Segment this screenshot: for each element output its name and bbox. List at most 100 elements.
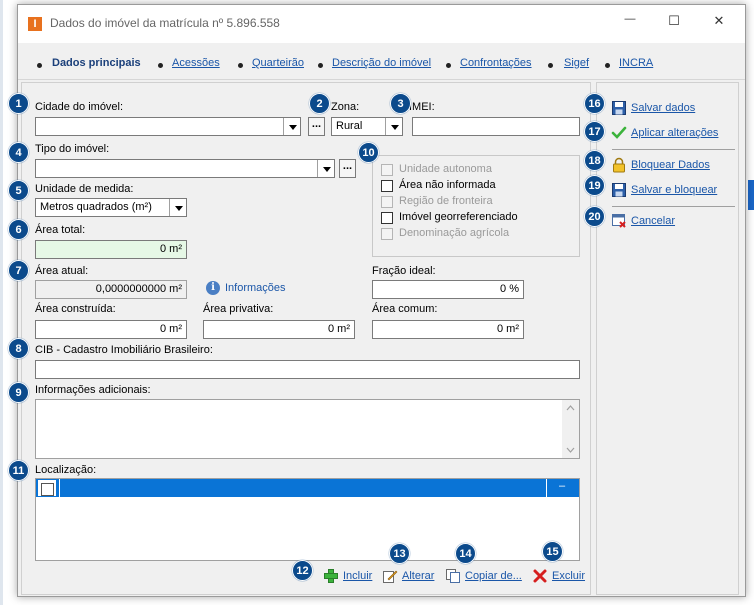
localizacao-grid[interactable]: –: [35, 478, 580, 561]
tab-bar: Dados principais Acessões Quarteirão Des…: [18, 49, 745, 79]
title-bar: I Dados do imóvel da matrícula nº 5.896.…: [18, 5, 745, 43]
salvar-bloquear-button[interactable]: Salvar e bloquear: [611, 183, 733, 199]
info-icon[interactable]: i: [206, 281, 220, 295]
salvar-dados-label: Salvar dados: [631, 102, 696, 114]
checkbox-box[interactable]: [381, 228, 393, 240]
tab-confrontacoes[interactable]: Confrontações: [460, 57, 532, 69]
salvar-bloquear-label: Salvar e bloquear: [631, 184, 718, 196]
callout-badge-19: 19: [584, 175, 605, 196]
checkbox-box[interactable]: [381, 164, 393, 176]
callout-badge-5: 5: [8, 180, 29, 201]
callout-badge-15: 15: [542, 541, 563, 562]
area-privativa-input[interactable]: 0 m²: [203, 320, 355, 339]
unidade-select[interactable]: Metros quadrados (m²): [35, 198, 187, 217]
localizacao-label: Localização:: [35, 464, 97, 476]
tab-bullet: [238, 63, 243, 68]
aplicar-alteracoes-button[interactable]: Aplicar alterações: [611, 126, 731, 142]
checkbox-box[interactable]: [381, 180, 393, 192]
cancelar-label: Cancelar: [631, 215, 676, 227]
alterar-button[interactable]: Alterar: [382, 568, 442, 586]
salvar-dados-button[interactable]: Salvar dados: [611, 101, 719, 117]
maximize-button[interactable]: ☐: [663, 13, 685, 33]
callout-badge-9: 9: [8, 382, 29, 403]
cidade-label: Cidade do imóvel:: [35, 101, 124, 113]
tipo-lookup-button[interactable]: ...: [339, 159, 356, 178]
callout-badge-18: 18: [584, 150, 605, 171]
grid-cell-divider: [59, 479, 60, 497]
callout-badge-2: 2: [309, 93, 330, 114]
chevron-down-icon[interactable]: [317, 160, 334, 177]
callout-badge-8: 8: [8, 338, 29, 359]
cib-input[interactable]: [35, 360, 580, 379]
copiar-button[interactable]: Copiar de...: [445, 568, 527, 586]
grid-row-checkbox[interactable]: [38, 480, 56, 496]
incluir-label: Incluir: [343, 570, 373, 582]
callout-badge-13: 13: [389, 543, 410, 564]
copy-icon: [446, 569, 460, 583]
imei-input[interactable]: [412, 117, 580, 136]
checkbox-label: Imóvel georreferenciado: [399, 211, 518, 223]
excluir-button[interactable]: Excluir: [532, 568, 588, 586]
fracao-label: Fração ideal:: [372, 265, 436, 277]
vertical-scrollbar[interactable]: [562, 400, 579, 458]
copiar-label: Copiar de...: [465, 570, 522, 582]
unidade-label: Unidade de medida:: [35, 183, 134, 195]
close-button[interactable]: ✕: [708, 13, 730, 33]
save-icon: [612, 101, 626, 115]
minimize-button[interactable]: —: [619, 13, 641, 33]
edit-icon: [383, 570, 398, 583]
chevron-down-icon[interactable]: [385, 118, 402, 135]
background-app-edge-left: [0, 0, 3, 605]
zona-label: Zona:: [331, 101, 360, 113]
area-construida-input[interactable]: 0 m²: [35, 320, 187, 339]
tab-quarteirao[interactable]: Quarteirão: [252, 57, 304, 69]
tab-bullet: [446, 63, 451, 68]
area-construida-label: Área construída:: [35, 303, 116, 315]
tab-separator: [18, 79, 745, 80]
tab-acessoes[interactable]: Acessões: [172, 57, 220, 69]
tab-sigef[interactable]: Sigef: [564, 57, 589, 69]
checkbox-box[interactable]: [381, 212, 393, 224]
callout-badge-11: 11: [8, 460, 29, 481]
tab-incra[interactable]: INCRA: [619, 57, 653, 69]
chevron-down-icon[interactable]: [169, 199, 186, 216]
fracao-input[interactable]: 0 %: [372, 280, 524, 299]
zona-select[interactable]: Rural: [331, 117, 403, 136]
tipo-label: Tipo do imóvel:: [35, 143, 110, 155]
checkbox-label: Região de fronteira: [399, 195, 493, 207]
chevron-down-icon[interactable]: [283, 118, 300, 135]
informacoes-link[interactable]: Informações: [225, 282, 286, 294]
unidade-value: Metros quadrados (m²): [40, 201, 152, 213]
incluir-button[interactable]: Incluir: [323, 568, 383, 586]
area-comum-label: Área comum:: [372, 303, 438, 315]
area-total-label: Área total:: [35, 224, 86, 236]
lock-icon: [613, 157, 625, 173]
grid-selected-row[interactable]: –: [36, 479, 579, 497]
area-atual-label: Área atual:: [35, 265, 89, 277]
area-comum-input[interactable]: 0 m²: [372, 320, 524, 339]
area-total-input[interactable]: 0 m²: [35, 240, 187, 259]
callout-badge-20: 20: [584, 206, 605, 227]
area-atual-input: 0,0000000000 m²: [35, 280, 187, 299]
tab-bullet: [548, 63, 553, 68]
window-title: Dados do imóvel da matrícula nº 5.896.55…: [50, 16, 280, 30]
checkmark-icon: [611, 126, 627, 139]
bloquear-dados-label: Bloquear Dados: [631, 159, 710, 171]
cancelar-button[interactable]: Cancelar: [611, 214, 691, 230]
callout-badge-16: 16: [584, 93, 605, 114]
grid-cell-dash: –: [559, 480, 566, 492]
alterar-label: Alterar: [402, 570, 435, 582]
tab-bullet: [318, 63, 323, 68]
info-adicionais-textarea[interactable]: [35, 399, 580, 459]
bloquear-dados-button[interactable]: Bloquear Dados: [611, 157, 723, 174]
tipo-select[interactable]: [35, 159, 335, 178]
aplicar-alteracoes-label: Aplicar alterações: [631, 127, 719, 139]
checkbox-box[interactable]: [381, 196, 393, 208]
tab-dados-principais[interactable]: Dados principais: [52, 57, 141, 69]
callout-badge-1: 1: [8, 93, 29, 114]
side-separator: [612, 206, 735, 207]
callout-badge-7: 7: [8, 260, 29, 281]
cidade-lookup-button[interactable]: ...: [308, 117, 325, 136]
tab-descricao-imovel[interactable]: Descrição do imóvel: [332, 57, 431, 69]
cidade-select[interactable]: [35, 117, 301, 136]
